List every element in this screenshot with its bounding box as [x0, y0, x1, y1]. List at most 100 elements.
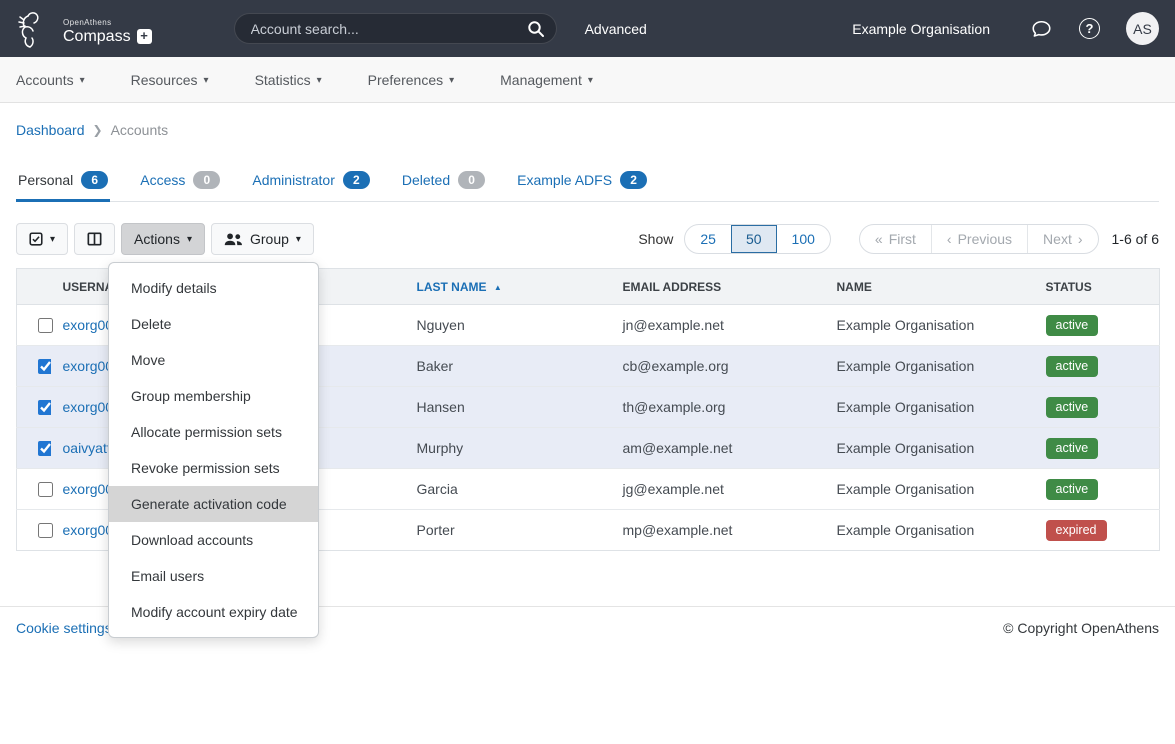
user-avatar[interactable]: AS: [1126, 12, 1159, 45]
checkbox-icon: [29, 232, 43, 246]
name-cell: Example Organisation: [825, 305, 1034, 346]
advanced-search-link[interactable]: Advanced: [585, 21, 647, 37]
top-header: OpenAthens Compass + Advanced Example Or…: [0, 0, 1175, 57]
breadcrumb-current: Accounts: [111, 122, 169, 138]
menu-preferences[interactable]: Preferences ▾: [368, 72, 455, 88]
pagination: « First ‹ Previous Next ›: [859, 224, 1099, 254]
menu-item-generate-activation-code[interactable]: Generate activation code: [109, 486, 318, 522]
tab-count-badge: 0: [193, 171, 220, 189]
sort-ascending-icon: ▲: [494, 283, 502, 292]
menu-resources[interactable]: Resources ▾: [131, 72, 209, 88]
last-name-cell: Nguyen: [405, 305, 611, 346]
organisation-name: Example Organisation: [852, 21, 990, 37]
tab-count-badge: 6: [81, 171, 108, 189]
tab-administrator[interactable]: Administrator 2: [250, 171, 371, 202]
chevron-down-icon: ▾: [317, 76, 322, 86]
chevron-down-icon: ▾: [187, 235, 192, 245]
group-dropdown-button[interactable]: Group ▾: [211, 223, 314, 255]
openathens-owl-logo-icon: [16, 8, 54, 50]
copyright-label: © Copyright OpenAthens: [1003, 620, 1159, 636]
name-cell: Example Organisation: [825, 428, 1034, 469]
search-button[interactable]: [527, 20, 545, 38]
chevron-down-icon: ▾: [50, 235, 55, 245]
name-cell: Example Organisation: [825, 346, 1034, 387]
page-size-25[interactable]: 25: [685, 225, 731, 253]
tab-count-badge: 0: [458, 171, 485, 189]
account-type-tabs: Personal 6 Access 0 Administrator 2 Dele…: [16, 171, 1159, 202]
page-size-50[interactable]: 50: [731, 225, 777, 253]
menu-item-modify-account-expiry-date[interactable]: Modify account expiry date: [109, 594, 318, 630]
status-column-header[interactable]: STATUS: [1034, 269, 1160, 305]
menu-item-modify-details[interactable]: Modify details: [109, 270, 318, 306]
help-button[interactable]: ?: [1079, 18, 1100, 39]
group-people-icon: [224, 233, 243, 246]
menu-item-download-accounts[interactable]: Download accounts: [109, 522, 318, 558]
email-column-header[interactable]: EMAIL ADDRESS: [611, 269, 825, 305]
result-range-label: 1-6 of 6: [1112, 231, 1159, 247]
main-menubar: Accounts ▾ Resources ▾ Statistics ▾ Pref…: [0, 57, 1175, 103]
email-cell: th@example.org: [611, 387, 825, 428]
actions-dropdown-menu: Modify details Delete Move Group members…: [108, 262, 319, 638]
show-label: Show: [638, 231, 673, 247]
columns-button[interactable]: [74, 223, 115, 255]
account-search-input[interactable]: [234, 13, 557, 44]
first-page-button[interactable]: « First: [860, 225, 931, 253]
chevron-left-icon: ‹: [947, 231, 952, 247]
account-search: [234, 13, 557, 44]
status-badge: expired: [1046, 520, 1107, 541]
menu-item-move[interactable]: Move: [109, 342, 318, 378]
status-badge: active: [1046, 438, 1099, 459]
email-cell: jg@example.net: [611, 469, 825, 510]
compass-plus-icon: +: [137, 29, 152, 44]
menu-statistics[interactable]: Statistics ▾: [255, 72, 322, 88]
select-all-dropdown-button[interactable]: ▾: [16, 223, 68, 255]
status-badge: active: [1046, 356, 1099, 377]
chevron-down-icon: ▾: [588, 76, 593, 86]
menu-accounts[interactable]: Accounts ▾: [16, 72, 85, 88]
actions-dropdown-button[interactable]: Actions ▾: [121, 223, 205, 255]
next-page-button[interactable]: Next ›: [1027, 225, 1097, 253]
feedback-button[interactable]: [1030, 18, 1053, 40]
brand-name-label: Compass: [63, 28, 131, 46]
name-cell: Example Organisation: [825, 387, 1034, 428]
last-name-cell: Baker: [405, 346, 611, 387]
page-size-group: 25 50 100: [684, 224, 831, 254]
breadcrumb: Dashboard ❯ Accounts: [0, 103, 1175, 138]
tab-deleted[interactable]: Deleted 0: [400, 171, 487, 202]
menu-item-email-users[interactable]: Email users: [109, 558, 318, 594]
double-chevron-left-icon: «: [875, 231, 883, 247]
email-cell: cb@example.org: [611, 346, 825, 387]
tab-access[interactable]: Access 0: [138, 171, 222, 202]
last-name-column-header[interactable]: LAST NAME ▲: [405, 269, 611, 305]
previous-page-button[interactable]: ‹ Previous: [931, 225, 1027, 253]
status-badge: active: [1046, 479, 1099, 500]
tab-example-adfs[interactable]: Example ADFS 2: [515, 171, 649, 202]
status-badge: active: [1046, 315, 1099, 336]
help-icon: ?: [1079, 18, 1100, 39]
menu-management[interactable]: Management ▾: [500, 72, 593, 88]
openathens-brand[interactable]: OpenAthens Compass +: [16, 8, 152, 50]
search-icon: [527, 20, 545, 38]
name-column-header[interactable]: NAME: [825, 269, 1034, 305]
menu-item-delete[interactable]: Delete: [109, 306, 318, 342]
breadcrumb-dashboard-link[interactable]: Dashboard: [16, 122, 85, 138]
brand-small-label: OpenAthens: [63, 18, 111, 27]
breadcrumb-separator-icon: ❯: [93, 123, 103, 137]
menu-item-revoke-permission-sets[interactable]: Revoke permission sets: [109, 450, 318, 486]
page-size-100[interactable]: 100: [777, 225, 830, 253]
tab-count-badge: 2: [620, 171, 647, 189]
tab-count-badge: 2: [343, 171, 370, 189]
chevron-down-icon: ▾: [80, 76, 85, 86]
cookie-settings-link[interactable]: Cookie settings: [16, 620, 112, 636]
menu-item-group-membership[interactable]: Group membership: [109, 378, 318, 414]
columns-icon: [87, 232, 102, 246]
email-cell: jn@example.net: [611, 305, 825, 346]
status-badge: active: [1046, 397, 1099, 418]
last-name-cell: Murphy: [405, 428, 611, 469]
name-cell: Example Organisation: [825, 510, 1034, 551]
chevron-right-icon: ›: [1078, 231, 1083, 247]
select-column-header: [17, 269, 51, 305]
last-name-cell: Porter: [405, 510, 611, 551]
tab-personal[interactable]: Personal 6: [16, 171, 110, 202]
menu-item-allocate-permission-sets[interactable]: Allocate permission sets: [109, 414, 318, 450]
